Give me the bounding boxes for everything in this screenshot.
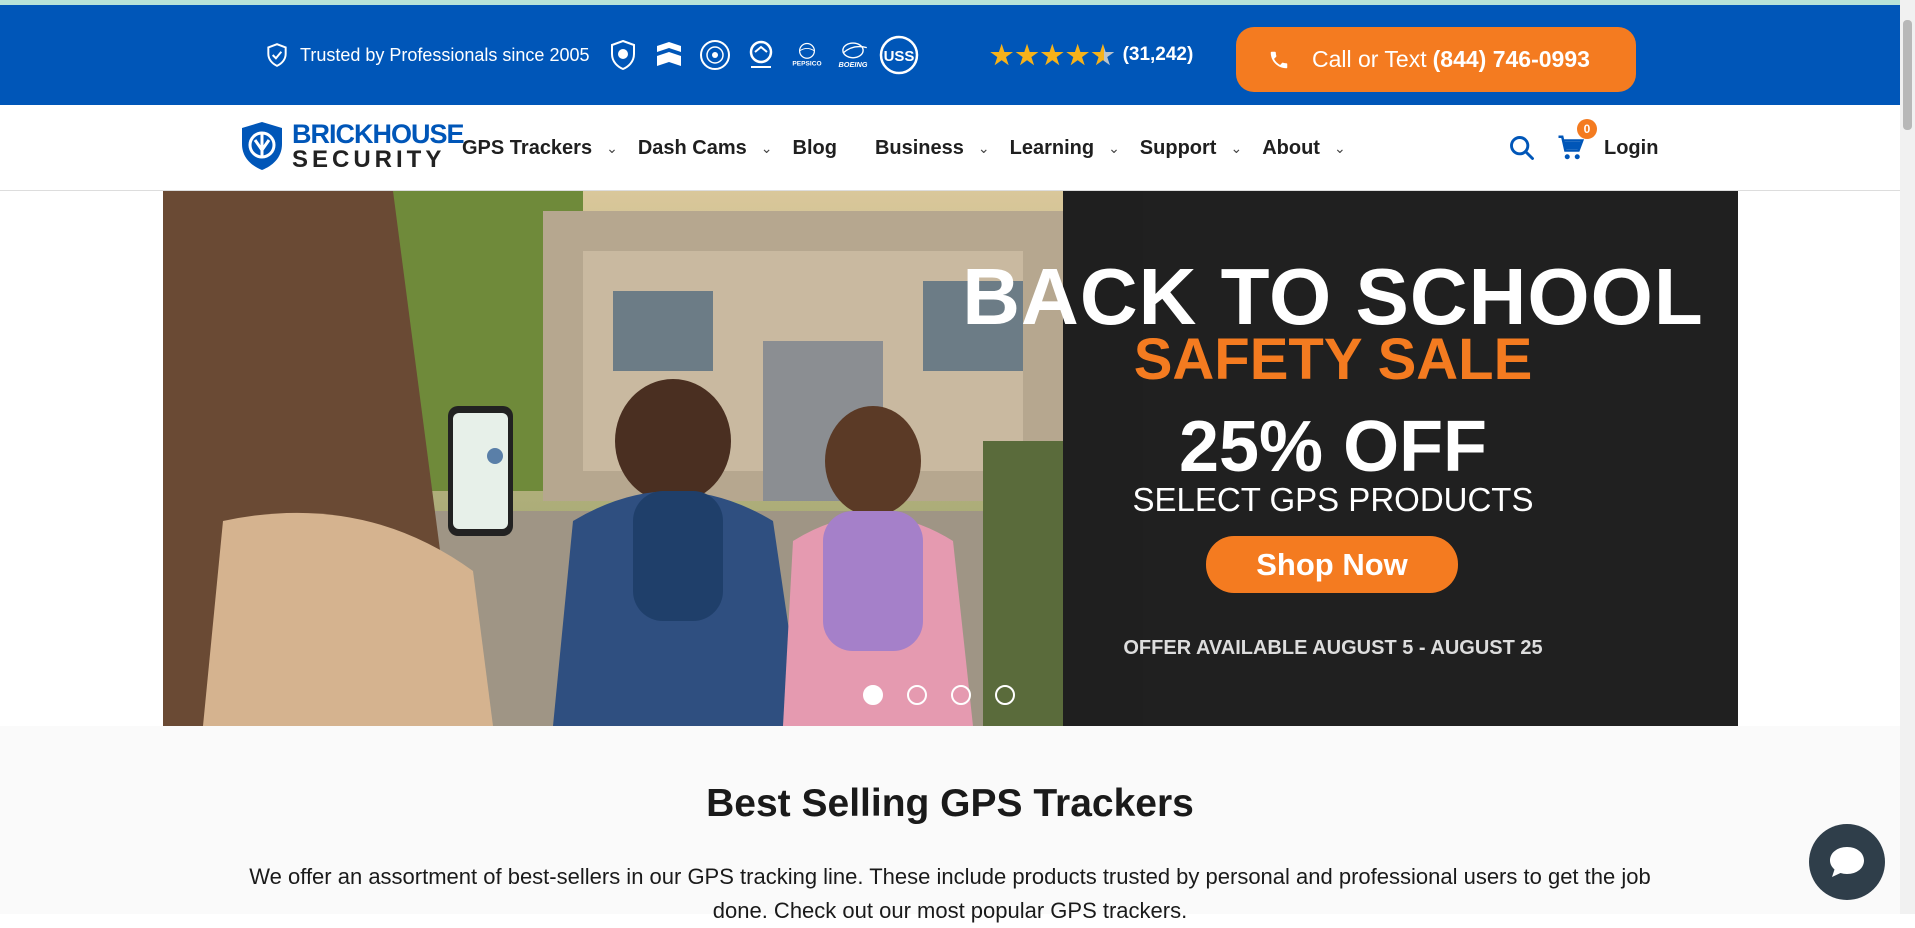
- uss-logo: USS: [876, 35, 922, 75]
- boeing-logo: BOEING: [830, 35, 876, 75]
- chevron-down-icon: ⌄: [1333, 139, 1346, 156]
- half-star-icon: ★: [1091, 40, 1115, 70]
- rating-count: (31,242): [1122, 44, 1194, 65]
- search-icon[interactable]: [1508, 134, 1536, 162]
- nav-item-label: GPS Trackers: [462, 136, 593, 159]
- hero-offer-dates: OFFER AVAILABLE AUGUST 5 - AUGUST 25: [1123, 637, 1543, 659]
- hero-photo: [163, 191, 1063, 726]
- customer-rating[interactable]: ★ ★ ★ ★ ★ (31,242): [990, 5, 1193, 105]
- login-link[interactable]: Login: [1604, 137, 1658, 160]
- police-logo: [738, 35, 784, 75]
- carousel-dot-3[interactable]: [951, 685, 971, 705]
- hero-banner[interactable]: BACK TO SCHOOL SAFETY SALE 25% OFF SELEC…: [163, 191, 1738, 726]
- chat-button[interactable]: [1809, 824, 1885, 900]
- hero-discount: 25% OFF: [1178, 407, 1488, 487]
- shield-check-icon: [267, 43, 287, 67]
- nav-item-dash-cams[interactable]: Dash Cams ⌄: [638, 137, 773, 160]
- nav-item-blog[interactable]: Blog: [793, 137, 837, 160]
- star-icon: ★: [990, 40, 1014, 70]
- star-icon: ★: [1065, 40, 1090, 70]
- shop-now-button[interactable]: Shop Now: [1206, 536, 1458, 593]
- main-navigation: BRICKHOUSE SECURITY GPS Trackers ⌄ Dash C…: [0, 105, 1915, 191]
- nav-item-support[interactable]: Support ⌄: [1140, 137, 1242, 160]
- cart-button[interactable]: 0: [1556, 119, 1597, 163]
- nav-item-label: About: [1262, 136, 1320, 159]
- chevron-down-icon: ⌄: [760, 139, 773, 156]
- chevron-logo: [646, 35, 692, 75]
- client-logos: PEPSICO BOEING USS: [600, 35, 922, 75]
- brand-logo[interactable]: BRICKHOUSE SECURITY: [238, 118, 465, 173]
- nav-item-label: Dash Cams: [637, 136, 747, 159]
- cart-count-badge: 0: [1577, 119, 1597, 139]
- trusted-text: Trusted by Professionals since 2005: [300, 44, 590, 65]
- section-description: We offer an assortment of best-sellers i…: [249, 864, 1651, 923]
- chevron-down-icon: ⌄: [1230, 139, 1243, 156]
- call-label: Call or Text: [1312, 46, 1427, 72]
- brickhouse-shield-icon: [242, 122, 282, 170]
- call-number: (844) 746-0993: [1432, 46, 1590, 72]
- trusted-badge: Trusted by Professionals since 2005: [264, 5, 590, 105]
- nav-menu: GPS Trackers ⌄ Dash Cams ⌄ Blog Business ⌄ …: [462, 105, 1366, 191]
- carousel-dot-4[interactable]: [995, 685, 1015, 705]
- nav-item-label: Learning: [1009, 136, 1095, 159]
- nav-item-label: Business: [874, 136, 964, 159]
- hero-select-products: SELECT GPS PRODUCTS: [1132, 481, 1534, 518]
- brand-name-top: BRICKHOUSE: [292, 118, 465, 149]
- star-icon: ★: [1015, 40, 1039, 70]
- chevron-down-icon: ⌄: [1108, 139, 1120, 156]
- nav-item-learning[interactable]: Learning ⌄: [1010, 137, 1120, 160]
- trust-bar: Trusted by Professionals since 2005 PEPS…: [0, 5, 1915, 105]
- rating-stars: ★ ★ ★ ★ ★: [990, 42, 1115, 68]
- carousel-dots: [863, 685, 1015, 705]
- svg-text:USS: USS: [884, 48, 915, 65]
- best-sellers-section: Best Selling GPS Trackers We offer an as…: [0, 726, 1900, 923]
- section-title: Best Selling GPS Trackers: [706, 782, 1194, 825]
- nav-item-business[interactable]: Business ⌄: [875, 137, 990, 160]
- svg-text:BOEING: BOEING: [838, 60, 867, 69]
- nav-item-label: Blog: [792, 136, 837, 159]
- call-or-text-button[interactable]: Call or Text (844) 746-0993: [1236, 27, 1636, 92]
- star-icon: ★: [1040, 40, 1064, 70]
- carousel-dot-2[interactable]: [907, 685, 927, 705]
- homeland-security-logo: [692, 35, 738, 75]
- nav-item-label: Support: [1139, 136, 1217, 159]
- page-scrollbar[interactable]: [1900, 0, 1915, 914]
- scrollbar-thumb[interactable]: [1903, 20, 1912, 130]
- phone-icon: [1270, 51, 1288, 68]
- pepsico-logo: PEPSICO: [784, 35, 830, 75]
- nav-item-gps-trackers[interactable]: GPS Trackers ⌄: [462, 137, 618, 160]
- chevron-down-icon: ⌄: [977, 139, 990, 156]
- police-badge-logo: [600, 35, 646, 75]
- svg-text:PEPSICO: PEPSICO: [792, 61, 821, 68]
- carousel-dot-1[interactable]: [863, 685, 883, 705]
- brand-name-bottom: SECURITY: [292, 145, 446, 173]
- nav-item-about[interactable]: About ⌄: [1262, 137, 1346, 160]
- nav-actions: 0 Login: [1508, 105, 1658, 191]
- chat-bubble-icon: [1830, 847, 1864, 877]
- hero-subtitle: SAFETY SALE: [1133, 327, 1533, 392]
- chevron-down-icon: ⌄: [606, 139, 618, 156]
